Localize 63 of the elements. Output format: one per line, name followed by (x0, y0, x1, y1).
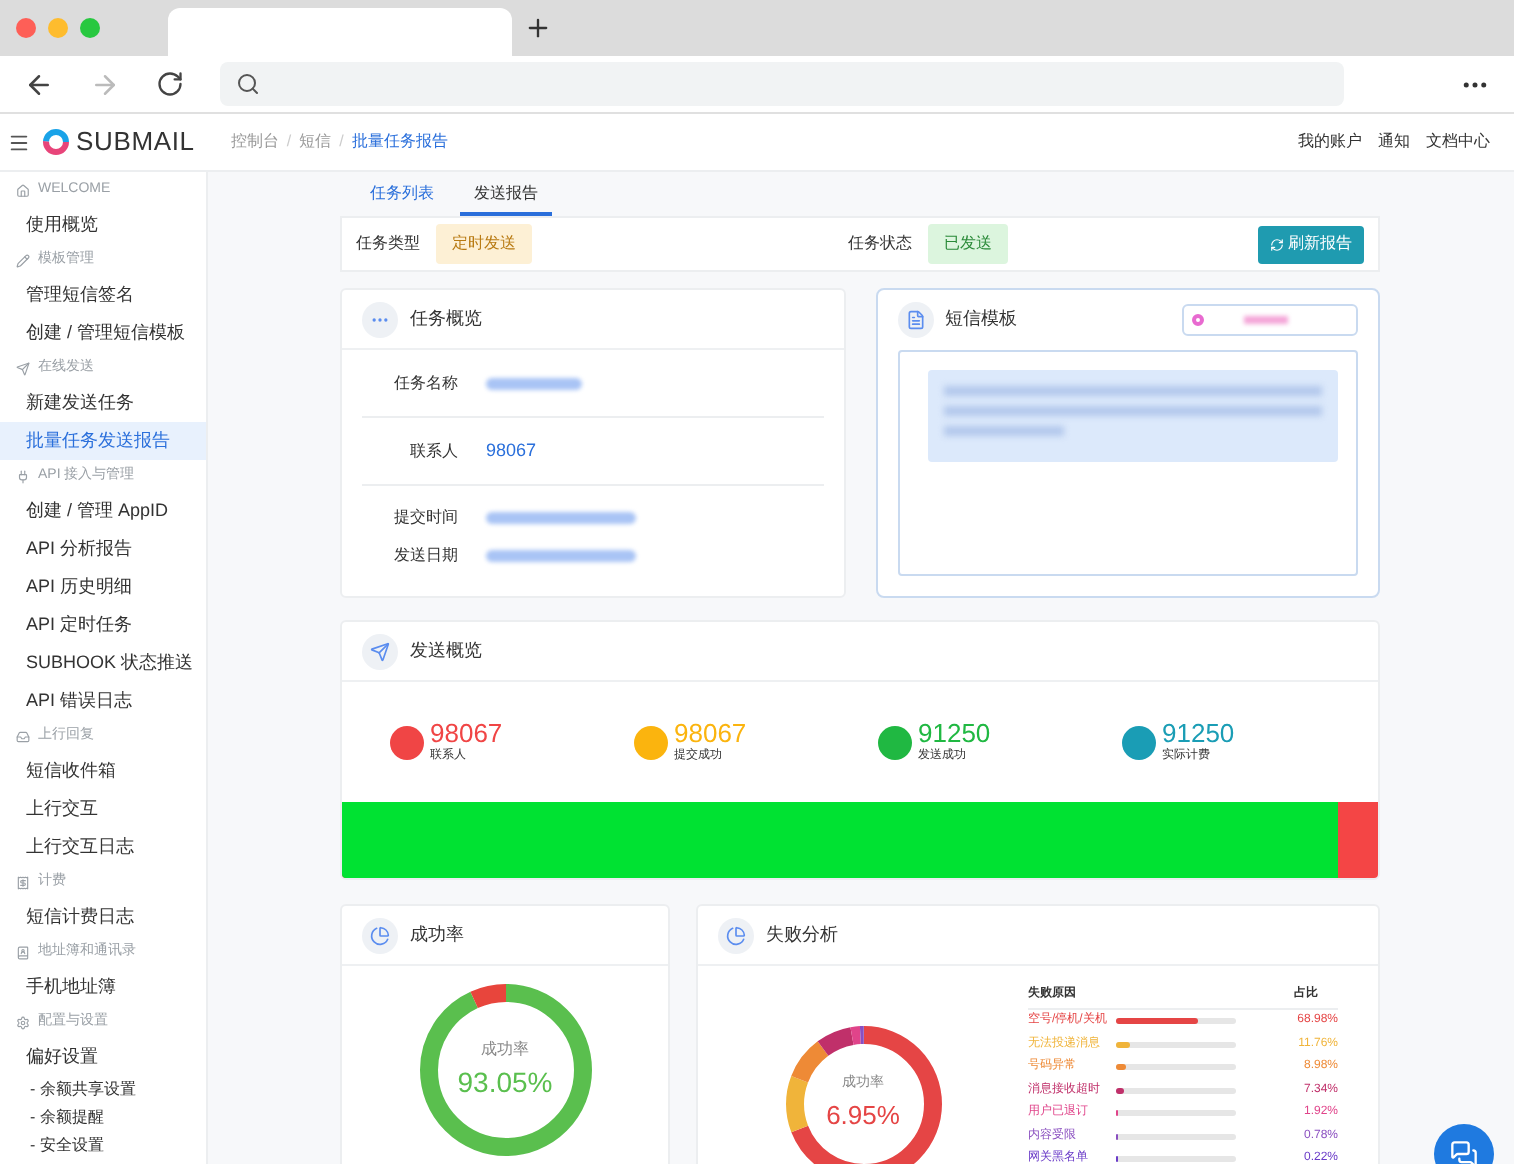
sidebar-item[interactable]: API 定时任务 (0, 606, 206, 644)
breadcrumb-separator: / (339, 130, 344, 154)
sidebar-item[interactable]: 新建发送任务 (0, 384, 206, 422)
pie-chart-icon (718, 917, 754, 953)
sidebar-item[interactable]: 偏好设置 (0, 1038, 206, 1076)
card-title: 任务概览 (410, 305, 482, 332)
field-label: 联系人 (408, 439, 458, 463)
document-icon (897, 302, 933, 338)
refresh-icon (1270, 237, 1284, 251)
sidebar-item[interactable]: API 错误日志 (0, 682, 206, 720)
top-nav-link[interactable]: 通知 (1378, 130, 1410, 154)
logo-ring-icon (42, 128, 70, 156)
send-icon (362, 633, 398, 669)
sidebar-subitem[interactable]: - 安全设置 (0, 1132, 206, 1160)
sidebar-item[interactable]: 上行交互 (0, 790, 206, 828)
success-rate-value: 93.05% (457, 1063, 553, 1101)
task-status-tag: 已发送 (928, 224, 1008, 264)
failure-rate-value: 6.95% (826, 1097, 900, 1133)
sidebar-item[interactable]: SUBHOOK 状态推送 (0, 644, 206, 682)
reload-icon[interactable] (156, 70, 184, 98)
sidebar-item[interactable]: 短信收件箱 (0, 752, 206, 790)
stat-value: 91250 (918, 719, 991, 747)
field-label: 发送日期 (392, 543, 458, 567)
tab[interactable]: 任务列表 (356, 176, 448, 216)
top-nav-link[interactable]: 我的账户 (1298, 130, 1362, 154)
card-title: 短信模板 (945, 306, 1017, 333)
card-title: 失败分析 (766, 921, 838, 948)
sidebar-item[interactable]: 使用概览 (0, 206, 206, 244)
new-tab-icon[interactable] (524, 14, 552, 42)
task-type-tag: 定时发送 (436, 224, 532, 264)
dots-icon (362, 301, 398, 337)
sidebar-subitem[interactable]: - 余额提醒 (0, 1104, 206, 1132)
sidebar-item[interactable]: API 历史明细 (0, 568, 206, 606)
breadcrumb-separator: / (286, 130, 292, 154)
field-label: 任务状态 (848, 232, 912, 256)
card-title: 成功率 (410, 921, 464, 948)
sidebar-item[interactable]: 管理短信签名 (0, 276, 206, 314)
search-icon (236, 72, 260, 96)
back-icon[interactable] (24, 69, 54, 99)
contact-count: 98067 (486, 437, 537, 464)
field-label: 任务类型 (356, 232, 420, 256)
donut-label: 成功率 (481, 1037, 529, 1061)
sidebar-item[interactable]: 批量任务发送报告 (0, 422, 206, 460)
field-label: 提交时间 (392, 505, 458, 529)
sidebar-subitem[interactable]: - 余额共享设置 (0, 1076, 206, 1104)
field-label: 任务名称 (392, 371, 458, 395)
card-title: 发送概览 (410, 637, 482, 664)
brand-logo-text: SUBMAIL (76, 124, 195, 161)
stat-value: 98067 (674, 719, 747, 747)
sidebar-item[interactable]: 短信计费日志 (0, 898, 206, 936)
sidebar-item[interactable]: 创建 / 管理短信模板 (0, 314, 206, 352)
chat-icon (1450, 1140, 1478, 1164)
top-nav-link[interactable]: 文档中心 (1426, 130, 1490, 154)
breadcrumb-link[interactable]: 批量任务报告 (351, 130, 448, 154)
pie-chart-icon (362, 917, 398, 953)
sidebar-item[interactable]: API 分析报告 (0, 530, 206, 568)
stat-value: 91250 (1162, 719, 1235, 747)
menu-icon[interactable] (8, 131, 30, 153)
sidebar-item[interactable]: 手机地址簿 (0, 968, 206, 1006)
sidebar-item[interactable]: 上行交互日志 (0, 828, 206, 866)
stat-value: 98067 (430, 719, 503, 747)
sidebar-item[interactable]: 创建 / 管理 AppID (0, 492, 206, 530)
blurred-value (486, 377, 582, 389)
